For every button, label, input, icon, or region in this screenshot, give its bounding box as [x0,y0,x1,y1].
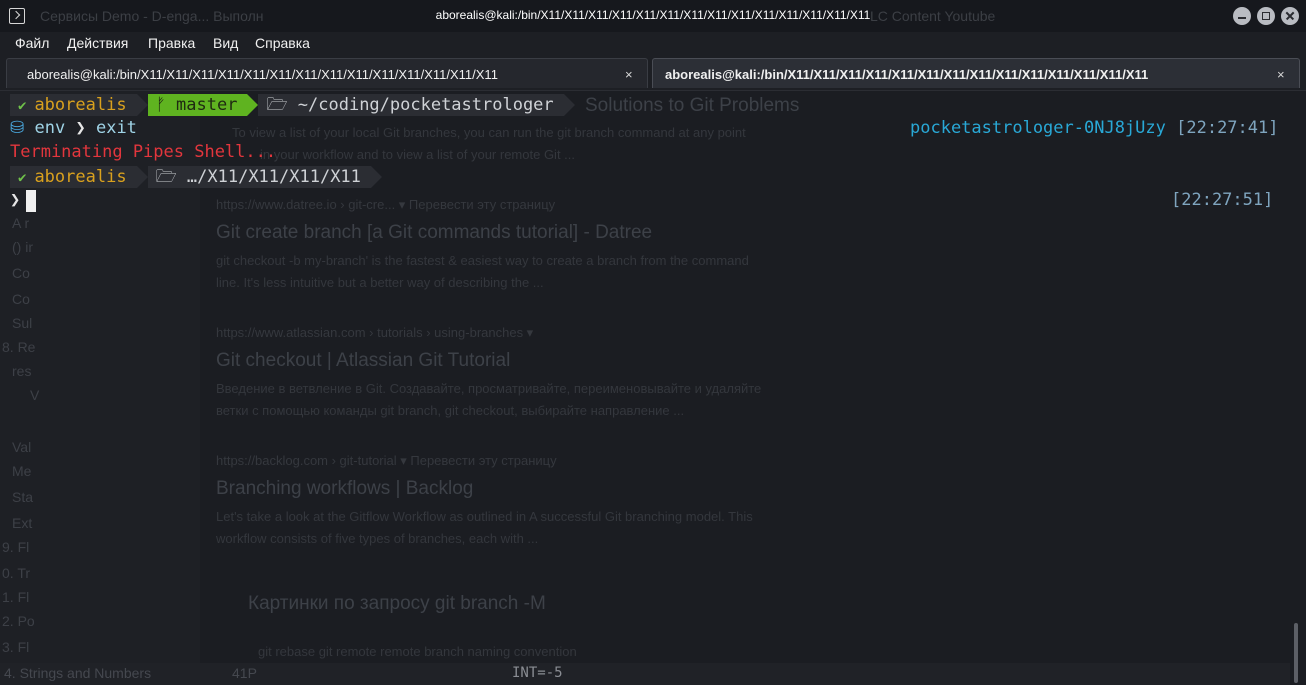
tab-bar: aborealis@kali:/bin/X11/X11/X11/X11/X11/… [0,54,1306,90]
bg-sidebar-item: 8. Re [2,339,36,355]
bg-url: https://www.datree.io › git-cre... ▾ Пер… [216,197,556,212]
bg-snippet: Введение в ветвление в Git. Создавайте, … [216,381,762,396]
bg-sidebar-item: Val [12,439,32,455]
bg-sidebar-item: 1. Fl [2,589,30,605]
prompt-path: …/X11/X11/X11/X11 [186,167,361,187]
prompt-user-segment: ✔ aborealis [10,94,137,116]
virtualenv-name: pocketastrologer-0NJ8jUzy [910,118,1166,138]
menu-help[interactable]: Справка [255,35,310,51]
terminal-view[interactable]: A r () ir Co Co Sul 8. Re res V Val Me S… [0,90,1306,685]
bg-snippet: workflow consists of five types of branc… [216,531,539,546]
prompt-user: aborealis [34,167,127,187]
powerline-separator-icon [247,94,259,116]
tab-1-label: aborealis@kali:/bin/X11/X11/X11/X11/X11/… [27,67,498,82]
menu-bar: Файл Действия Правка Вид Справка [0,32,1306,54]
bg-sidebar-item: 3. Fl [2,639,30,655]
powerline-separator-icon [370,166,382,188]
database-icon: ⛁ [10,118,25,138]
command-line-exit: ⛁ env ❯ exit [10,118,137,138]
bg-sidebar-item: Co [12,291,30,307]
title-bar: Сервисы Demo - D-enga... Выполн LC Conte… [0,0,1306,32]
folder-icon: 🗁 [155,167,177,187]
prompt-arrow-icon: ❯ [75,118,86,138]
bg-sidebar-item: Sul [12,315,33,331]
check-icon: ✔ [18,170,27,186]
bg-bottom-left: 4. Strings and Numbers [4,665,152,681]
menu-file[interactable]: Файл [15,35,49,51]
close-window-icon[interactable] [1281,7,1299,25]
bg-sidebar-item: () ir [12,239,33,255]
terminal-scrollbar[interactable] [1294,623,1298,683]
menu-edit[interactable]: Правка [148,35,195,51]
right-prompt-1: pocketastrologer-0NJ8jUzy [22:27:41] [910,118,1278,138]
prompt-user-segment: ✔ aborealis [10,166,137,188]
timestamp: [22:27:41] [1176,118,1279,138]
prompt-user: aborealis [34,95,127,115]
bg-result-title: Git checkout | Atlassian Git Tutorial [216,350,511,371]
text-cursor [26,190,37,212]
check-icon: ✔ [18,98,27,114]
bg-sidebar-item: Sta [12,489,34,505]
bg-result-title: Git create branch [a Git commands tutori… [216,222,653,243]
tab-2-close-icon[interactable]: × [1277,67,1285,82]
prompt-path: ~/coding/pocketastrologer [297,95,554,115]
bg-result-title: Branching workflows | Backlog [216,478,474,499]
prompt-git-segment: ᚠ master [147,94,248,116]
prompt-arrow-icon: ❯ [10,190,21,210]
bg-sidebar-item: 9. Fl [2,539,30,555]
bg-snippet: ветки с помощью команды git branch, git … [216,403,685,418]
input-line[interactable]: ❯ [10,190,37,212]
powerline-separator-icon [136,166,148,188]
env-label: env [34,118,66,138]
bg-snippet: line. It's less intuitive but a better w… [216,275,544,290]
background-bottom-strip: 4. Strings and Numbers 41P INT=-5 [0,663,1290,685]
bg-sidebar-item: Me [12,463,32,479]
bg-sidebar-item: res [12,363,32,379]
tab-2-label: aborealis@kali:/bin/X11/X11/X11/X11/X11/… [665,67,1149,82]
folder-icon: 🗁 [266,95,288,115]
bg-heading: Solutions to Git Problems [585,95,800,116]
bg-sidebar-item: 0. Tr [2,565,31,581]
bg-sidebar-item: V [30,387,40,403]
tab-1-close-icon[interactable]: × [625,67,633,82]
powerline-separator-icon [563,94,575,116]
git-branch-icon: ᚠ [155,95,166,115]
bg-sidebar-item: A r [12,215,30,231]
prompt-line-1: ✔ aborealis ᚠ master 🗁 ~/coding/pocketastro… [10,94,575,116]
tab-2[interactable]: aborealis@kali:/bin/X11/X11/X11/X11/X11/… [652,58,1300,88]
bg-snippet: Let's take a look at the Gitflow Workflo… [216,509,753,524]
prompt-path-segment: 🗁 ~/coding/pocketastrologer [258,94,564,116]
bg-snippet: git checkout -b my-branch' is the fastes… [216,253,749,268]
bg-sidebar-item: Ext [12,515,33,531]
bg-sidebar-item: 2. Po [2,613,35,629]
bg-chips: git rebase git remote remote branch nami… [258,644,577,659]
menu-view[interactable]: Вид [213,35,238,51]
git-branch-name: master [176,95,238,115]
minimize-icon[interactable] [1233,7,1251,25]
bg-bottom-mid: 41P [232,665,257,681]
bg-url: https://backlog.com › git-tutorial ▾ Пер… [216,453,557,468]
prompt-path-segment: 🗁 …/X11/X11/X11/X11 [147,166,371,188]
output-terminating: Terminating Pipes Shell... [10,142,277,162]
powerline-separator-icon [136,94,148,116]
prompt-line-2: ✔ aborealis 🗁 …/X11/X11/X11/X11 [10,166,382,188]
command-text: exit [95,118,137,138]
bg-snippet: in your workflow and to view a list of y… [260,147,576,162]
bg-sidebar-item: Co [12,265,30,281]
bg-bottom-code: INT=-5 [512,665,563,681]
maximize-icon[interactable] [1257,7,1275,25]
bg-images-heading: Картинки по запросу git branch -M [248,593,546,614]
right-prompt-2: [22:27:51] [1171,190,1273,210]
timestamp: [22:27:51] [1171,190,1274,210]
menu-actions[interactable]: Действия [67,35,128,51]
bg-snippet: To view a list of your local Git branche… [232,125,746,140]
bg-url: https://www.atlassian.com › tutorials › … [216,325,534,340]
tab-1[interactable]: aborealis@kali:/bin/X11/X11/X11/X11/X11/… [6,58,648,88]
window-title: aborealis@kali:/bin/X11/X11/X11/X11/X11/… [435,8,871,22]
